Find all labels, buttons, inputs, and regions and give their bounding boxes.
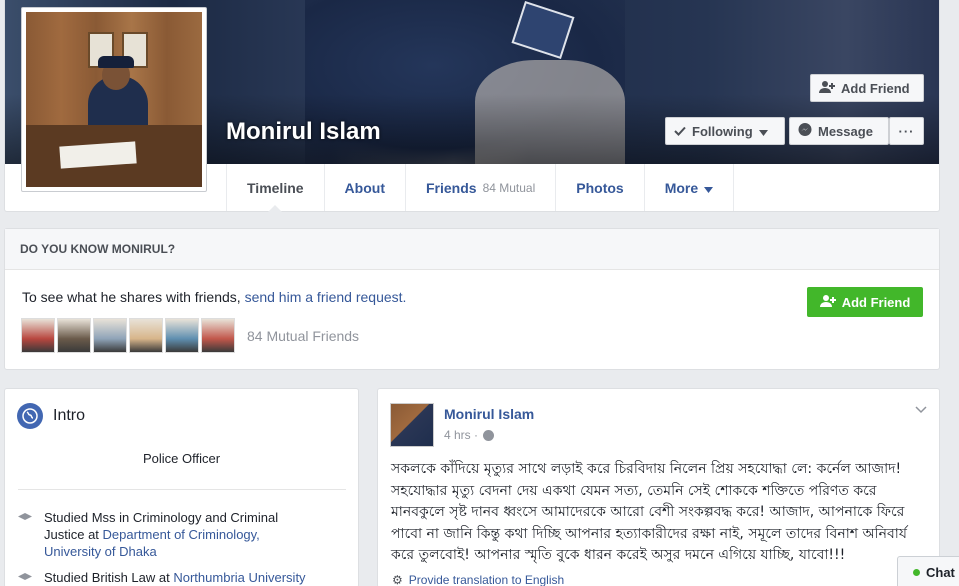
add-friend-button[interactable]: Add Friend [810, 74, 924, 102]
mutual-friends-count: 84 Mutual [482, 180, 536, 195]
tab-timeline[interactable]: Timeline [226, 164, 324, 212]
mutual-friend-avatar[interactable] [93, 318, 127, 353]
message-button[interactable]: Message [789, 117, 889, 145]
profile-picture[interactable] [21, 7, 207, 192]
post-author-name[interactable]: Monirul Islam [444, 406, 534, 422]
profile-name[interactable]: Monirul Islam [226, 118, 381, 146]
intro-card: Intro Police Officer Studied Mss in Crim… [4, 388, 359, 586]
send-friend-request-link[interactable]: send him a friend request. [245, 289, 407, 305]
public-globe-icon [483, 429, 495, 441]
mutual-friend-avatar[interactable] [201, 318, 235, 353]
education-item: Studied Mss in Criminology and Criminal … [18, 509, 318, 560]
messenger-icon [798, 122, 812, 140]
profile-tabs: Timeline About Friends 84 Mutual Photos … [226, 164, 735, 212]
mutual-friends-row: 84 Mutual Friends [21, 318, 359, 353]
mutual-friend-avatar[interactable] [165, 318, 199, 353]
do-you-know-card: DO YOU KNOW MONIRUL? To see what he shar… [4, 228, 940, 370]
timeline-post: Monirul Islam 4 hrs · সকলকে কাঁদিয়ে মৃত… [377, 388, 940, 586]
chevron-down-icon [758, 124, 768, 139]
globe-icon [17, 403, 43, 429]
add-friend-icon [819, 294, 836, 311]
following-button[interactable]: Following [665, 117, 785, 145]
tab-photos[interactable]: Photos [555, 164, 643, 211]
mutual-friend-avatar[interactable] [129, 318, 163, 353]
post-text: সকলকে কাঁদিয়ে মৃত্যুর সাথে লড়াই করে চি… [391, 461, 907, 563]
friend-request-prompt: To see what he shares with friends, send… [22, 289, 407, 305]
chat-tab[interactable]: Chat [897, 556, 959, 586]
tab-more[interactable]: More [643, 164, 735, 211]
mutual-friend-avatar[interactable] [21, 318, 55, 353]
school-link[interactable]: Northumbria University [173, 570, 305, 585]
more-options-button[interactable]: ··· [889, 117, 924, 145]
education-icon [18, 513, 32, 520]
education-item: Studied British Law at Northumbria Unive… [18, 569, 348, 586]
profile-header: Monirul Islam Add Friend Following Messa… [4, 0, 940, 212]
mutual-friend-avatar[interactable] [57, 318, 91, 353]
add-friend-icon [819, 80, 835, 97]
tab-friends[interactable]: Friends 84 Mutual [404, 164, 555, 211]
do-you-know-heading: DO YOU KNOW MONIRUL? [5, 229, 939, 270]
intro-heading: Intro [17, 403, 85, 429]
chevron-down-icon [704, 180, 714, 196]
translate-link[interactable]: ⚙ Provide translation to English [392, 573, 564, 586]
following-label: Following [692, 123, 753, 139]
post-timestamp: 4 hrs · [444, 428, 495, 442]
mutual-friends-count-link[interactable]: 84 Mutual Friends [247, 328, 359, 344]
divider [18, 489, 346, 490]
message-label: Message [818, 123, 873, 139]
intro-bio: Police Officer [142, 451, 221, 466]
online-dot-icon [913, 568, 920, 576]
add-friend-green-button[interactable]: Add Friend [807, 287, 923, 317]
education-icon [18, 573, 32, 580]
tab-about[interactable]: About [323, 164, 405, 211]
gear-icon: ⚙ [392, 573, 403, 586]
post-author-avatar[interactable] [390, 403, 434, 447]
add-friend-label: Add Friend [841, 80, 910, 96]
post-options-chevron-icon[interactable] [915, 403, 927, 417]
check-icon [674, 124, 686, 139]
